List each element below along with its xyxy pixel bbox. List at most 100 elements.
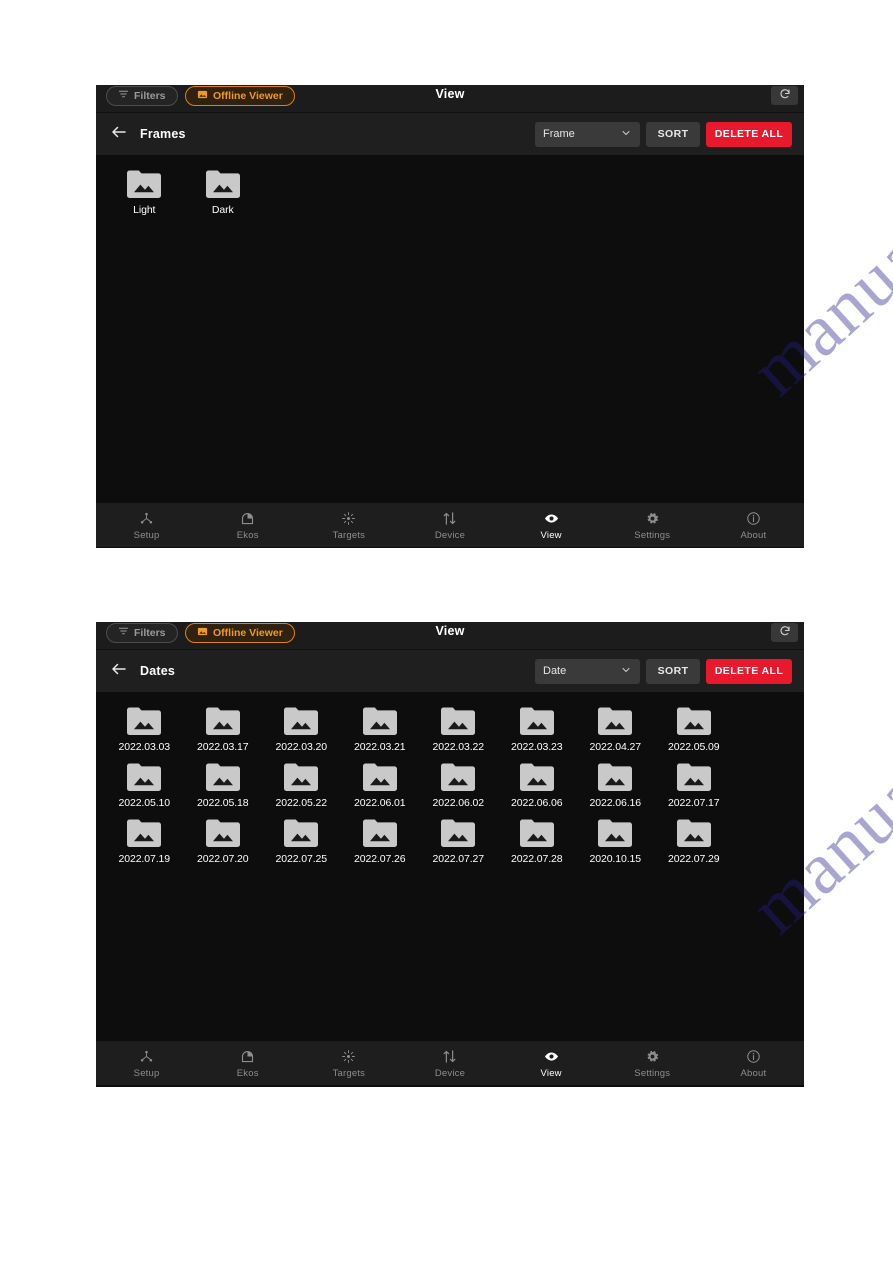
folder-item[interactable]: 2022.06.06	[498, 762, 577, 809]
sort-button[interactable]: SORT	[646, 658, 700, 684]
nav-item-view[interactable]: View	[501, 503, 602, 547]
folder-item[interactable]: 2022.07.28	[498, 818, 577, 865]
refresh-icon	[779, 624, 791, 642]
nav-item-label: Device	[434, 1067, 466, 1079]
folder-image-icon	[126, 169, 162, 199]
folder-item[interactable]: 2022.07.20	[184, 818, 263, 865]
folder-label: 2022.03.03	[118, 741, 171, 753]
folder-label: 2022.03.20	[275, 741, 328, 753]
folder-image-icon	[519, 706, 555, 736]
folder-label: Dark	[211, 204, 234, 216]
folder-item[interactable]: 2022.07.17	[655, 762, 734, 809]
nav-item-settings[interactable]: Settings	[602, 1041, 703, 1085]
nav-item-device[interactable]: Device	[399, 503, 500, 547]
back-button[interactable]	[108, 123, 130, 145]
nav-item-label: Targets	[332, 1067, 366, 1079]
folder-item[interactable]: 2022.07.25	[262, 818, 341, 865]
action-bar-controls: Date SORT DELETE ALL	[535, 658, 792, 684]
folder-item[interactable]: 2022.03.22	[419, 706, 498, 753]
folder-image-icon	[676, 818, 712, 848]
nav-item-view[interactable]: View	[501, 1041, 602, 1085]
folder-item[interactable]: 2022.07.19	[105, 818, 184, 865]
nav-item-device[interactable]: Device	[399, 1041, 500, 1085]
nav-item-label: Ekos	[236, 529, 259, 541]
folder-label: 2022.05.10	[118, 797, 171, 809]
folder-item[interactable]: 2022.03.17	[184, 706, 263, 753]
delete-all-button[interactable]: DELETE ALL	[706, 658, 792, 684]
folder-item[interactable]: 2022.03.23	[498, 706, 577, 753]
folder-label: 2022.03.22	[432, 741, 485, 753]
nav-item-about[interactable]: About	[703, 1041, 804, 1085]
top-chip-strip: Filters Offline Viewer View	[96, 622, 804, 650]
nav-item-setup[interactable]: Setup	[96, 1041, 197, 1085]
folder-item[interactable]: 2022.05.18	[184, 762, 263, 809]
targets-star-icon	[341, 1048, 356, 1065]
breadcrumb-title: Frames	[140, 127, 186, 141]
refresh-icon	[779, 87, 791, 105]
folder-label: 2022.07.27	[432, 853, 485, 865]
bottom-navigation: Setup Ekos Targets Device View Settings About	[96, 1041, 804, 1085]
folder-item[interactable]: 2022.05.10	[105, 762, 184, 809]
ekos-dome-icon	[240, 510, 255, 527]
folder-label: 2022.07.26	[353, 853, 406, 865]
sort-button[interactable]: SORT	[646, 121, 700, 147]
nav-item-setup[interactable]: Setup	[96, 503, 197, 547]
nav-item-label: View	[540, 1067, 562, 1079]
back-button[interactable]	[108, 660, 130, 682]
folder-image-icon	[440, 818, 476, 848]
delete-all-button[interactable]: DELETE ALL	[706, 121, 792, 147]
info-icon	[746, 510, 761, 527]
nav-item-targets[interactable]: Targets	[298, 503, 399, 547]
folder-label: 2022.05.09	[667, 741, 720, 753]
nav-item-settings[interactable]: Settings	[602, 503, 703, 547]
folder-image-icon	[676, 706, 712, 736]
folder-label: 2022.03.17	[196, 741, 249, 753]
folder-grid: Light Dark	[96, 169, 804, 216]
screen-title: View	[435, 624, 465, 638]
folder-label: 2022.06.16	[589, 797, 642, 809]
folder-item[interactable]: 2022.07.29	[655, 818, 734, 865]
folder-image-icon	[676, 762, 712, 792]
folder-image-icon	[597, 762, 633, 792]
folder-item[interactable]: 2022.03.03	[105, 706, 184, 753]
folder-image-icon	[283, 762, 319, 792]
frames-screen: Filters Offline Viewer View Frames Frame	[96, 85, 804, 548]
folder-image-icon	[597, 706, 633, 736]
folder-item[interactable]: 2022.05.09	[655, 706, 734, 753]
folder-image-icon	[597, 818, 633, 848]
chevron-down-icon	[620, 664, 632, 679]
sort-field-select[interactable]: Frame	[535, 121, 640, 147]
sort-field-select[interactable]: Date	[535, 658, 640, 684]
folder-label: 2022.07.29	[667, 853, 720, 865]
folder-label: 2022.05.22	[275, 797, 328, 809]
refresh-button[interactable]	[771, 86, 798, 105]
folder-item[interactable]: 2022.03.20	[262, 706, 341, 753]
nav-item-about[interactable]: About	[703, 503, 804, 547]
folder-item[interactable]: 2022.04.27	[576, 706, 655, 753]
folder-item[interactable]: 2022.06.02	[419, 762, 498, 809]
folder-item[interactable]: Light	[105, 169, 184, 216]
folder-item[interactable]: 2020.10.15	[576, 818, 655, 865]
nav-item-label: Settings	[634, 1067, 671, 1079]
nav-item-ekos[interactable]: Ekos	[197, 1041, 298, 1085]
folder-item[interactable]: 2022.03.21	[341, 706, 420, 753]
folder-item[interactable]: 2022.06.01	[341, 762, 420, 809]
folder-image-icon	[519, 762, 555, 792]
folder-image-icon	[126, 762, 162, 792]
folder-item[interactable]: 2022.07.27	[419, 818, 498, 865]
folder-item[interactable]: Dark	[184, 169, 263, 216]
refresh-button[interactable]	[771, 623, 798, 642]
folder-image-icon	[283, 818, 319, 848]
nav-item-label: View	[540, 529, 562, 541]
folder-label: 2022.07.25	[275, 853, 328, 865]
nav-item-targets[interactable]: Targets	[298, 1041, 399, 1085]
folder-item[interactable]: 2022.06.16	[576, 762, 655, 809]
folder-item[interactable]: 2022.07.26	[341, 818, 420, 865]
folder-image-icon	[205, 706, 241, 736]
nav-item-label: About	[740, 529, 767, 541]
sort-field-value: Frame	[543, 128, 575, 140]
nav-item-ekos[interactable]: Ekos	[197, 503, 298, 547]
folder-item[interactable]: 2022.05.22	[262, 762, 341, 809]
folder-label: 2022.07.20	[196, 853, 249, 865]
folder-image-icon	[362, 706, 398, 736]
